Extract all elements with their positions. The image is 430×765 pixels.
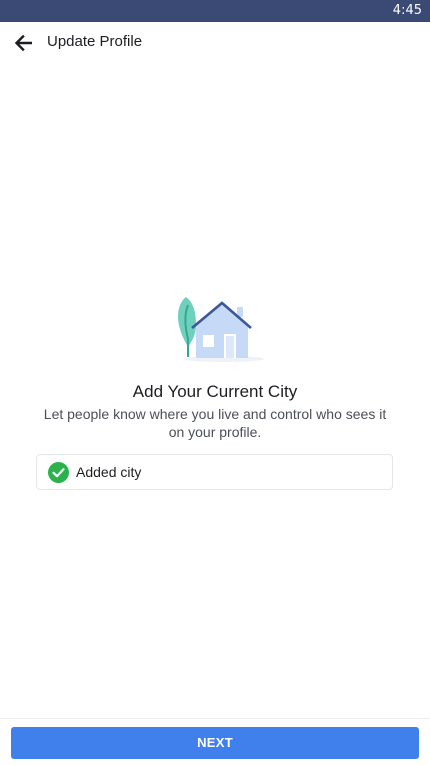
- added-city-item[interactable]: Added city: [36, 454, 393, 490]
- arrow-left-icon: [14, 34, 32, 52]
- section-heading: Add Your Current City: [132, 382, 298, 401]
- app-bar: Update Profile: [0, 22, 430, 62]
- status-time: 4:45: [392, 3, 422, 18]
- next-button[interactable]: NEXT: [11, 727, 419, 759]
- added-city-label: Added city: [76, 464, 142, 480]
- status-bar: 4:45: [0, 0, 430, 22]
- back-button[interactable]: [10, 30, 36, 56]
- page-title: Update Profile: [47, 33, 143, 50]
- house-with-tree-illustration: [174, 295, 266, 365]
- bottom-bar: NEXT: [0, 718, 430, 765]
- check-circle-icon: [48, 462, 69, 483]
- section-description: Let people know where you live and contr…: [43, 406, 387, 440]
